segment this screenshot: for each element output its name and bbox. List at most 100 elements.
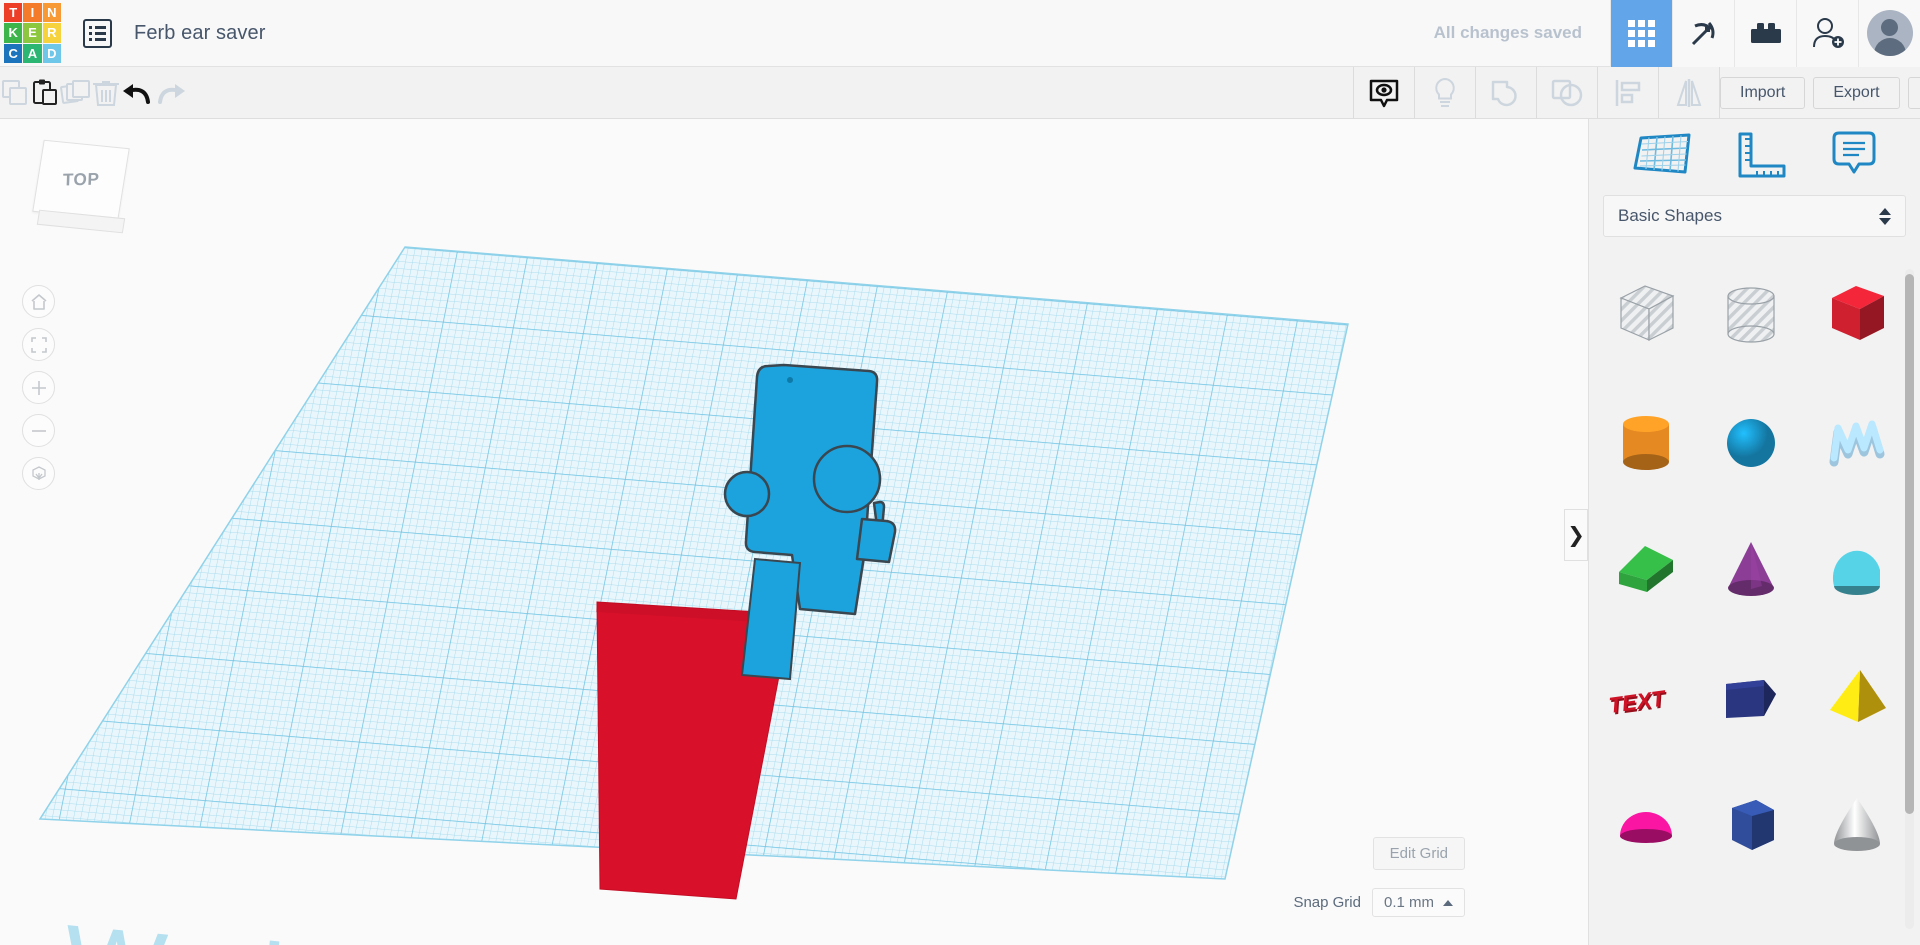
trash-icon [93, 80, 119, 106]
shape-item-sphere[interactable] [1699, 379, 1805, 507]
shape-item-tube[interactable] [1699, 635, 1805, 763]
logo-tile-e: E [23, 23, 42, 43]
cone-thumb-icon [1728, 542, 1775, 596]
roof-thumb-icon [1618, 546, 1673, 592]
save-status: All changes saved [1433, 23, 1582, 42]
chevron-updown-icon [1879, 207, 1891, 225]
fit-to-view-button[interactable] [22, 328, 55, 361]
logo-tile-c: C [4, 43, 23, 63]
group-button[interactable] [1476, 67, 1536, 119]
zoom-in-button[interactable] [22, 371, 55, 404]
caret-up-icon [1443, 899, 1453, 906]
send-to-button[interactable]: Send To [1907, 76, 1920, 109]
cylinder-hole-thumb-icon [1727, 287, 1776, 343]
avatar [1866, 10, 1913, 56]
ungroup-button[interactable] [1537, 67, 1597, 119]
home-view-button[interactable] [22, 285, 55, 318]
delete-button[interactable] [92, 67, 120, 119]
copy-icon [2, 79, 27, 105]
ruler-icon [1738, 132, 1785, 177]
shape-item-scribble[interactable] [1804, 379, 1910, 507]
header-gallery-button[interactable] [1610, 0, 1672, 67]
view-cube[interactable]: TOP [30, 139, 130, 234]
view-cube-top-face[interactable]: TOP [32, 139, 130, 221]
user-avatar-button[interactable] [1858, 0, 1920, 67]
shape-item-text[interactable]: TEXT TEXT [1593, 635, 1699, 763]
snap-grid-label: Snap Grid [1293, 894, 1361, 911]
logo-tile-d: D [42, 43, 61, 63]
note-button[interactable] [1415, 67, 1475, 119]
undo-button[interactable] [120, 67, 154, 119]
header-minecraft-button[interactable] [1672, 0, 1734, 67]
pickaxe-icon [1691, 22, 1714, 46]
plus-icon [31, 380, 46, 395]
logo-tile-t: T [4, 3, 23, 23]
shape-category-select[interactable]: Basic Shapes [1603, 195, 1906, 237]
text-thumb-icon: TEXTTEXT [1608, 685, 1667, 720]
shape-item-cylinder-hole[interactable] [1699, 251, 1805, 379]
shape-item-cone[interactable] [1699, 507, 1805, 635]
snap-grid-control: Snap Grid 0.1 mm [1293, 888, 1465, 917]
shape-item-roof[interactable] [1593, 507, 1699, 635]
shape-item-box-hole[interactable] [1593, 251, 1699, 379]
mirror-button[interactable] [1659, 67, 1719, 119]
paste-icon [33, 79, 57, 105]
align-button[interactable] [1598, 67, 1658, 119]
undo-arrow-icon [123, 83, 150, 104]
shape-item-half-cylinder[interactable] [1804, 507, 1910, 635]
logo-tile-n: N [42, 3, 61, 23]
workplane-tool-button[interactable] [1631, 130, 1695, 185]
viewport-nav-buttons [22, 285, 55, 490]
workplane-label: Workplane [58, 901, 581, 945]
shape-category-value: Basic Shapes [1618, 206, 1722, 225]
shape-item-half-sphere[interactable] [1593, 763, 1699, 891]
note-bubble-icon [1832, 131, 1875, 173]
edit-grid-button[interactable]: Edit Grid [1372, 837, 1465, 870]
shape-item-hexagonal-prism[interactable] [1699, 763, 1805, 891]
brick-icon [1750, 23, 1781, 43]
shape-item-pyramid[interactable] [1804, 635, 1910, 763]
hexagonal-prism-thumb-icon [1732, 800, 1775, 850]
show-hide-button[interactable] [1354, 67, 1414, 119]
tube-thumb-icon [1726, 680, 1777, 718]
grid-icon [1628, 19, 1655, 47]
3d-viewport[interactable]: Workplane TOP [0, 119, 1575, 945]
edit-toolbar: Import Export Send To [0, 66, 1920, 119]
add-person-icon [1812, 18, 1844, 48]
file-actions-group: Import Export Send To [1720, 67, 1920, 119]
cube-icon [31, 465, 46, 480]
notes-tool-button[interactable] [1829, 130, 1879, 185]
ruler-tool-button[interactable] [1734, 130, 1790, 185]
properties-list-icon[interactable] [83, 18, 112, 48]
duplicate-button[interactable] [60, 67, 92, 119]
shape-item-paraboloid[interactable] [1804, 763, 1910, 891]
eye-icon [1369, 79, 1399, 107]
collapse-panel-button[interactable]: ❯ [1564, 509, 1588, 561]
export-button[interactable]: Export [1813, 76, 1900, 109]
app-header: TINKERCAD Ferb ear saver All changes sav… [0, 0, 1920, 67]
header-invite-button[interactable] [1796, 0, 1858, 67]
copy-button[interactable] [0, 67, 30, 119]
perspective-toggle-button[interactable] [22, 457, 55, 490]
duplicate-icon [60, 79, 90, 104]
lightbulb-icon [1435, 77, 1455, 107]
panel-tool-icons [1589, 119, 1920, 195]
snap-grid-select[interactable]: 0.1 mm [1371, 888, 1465, 917]
import-button[interactable]: Import [1720, 76, 1806, 109]
zoom-out-button[interactable] [22, 414, 55, 447]
panel-scrollbar-thumb[interactable] [1905, 274, 1914, 814]
shape-item-cylinder[interactable] [1593, 379, 1699, 507]
view-cube-label: TOP [62, 169, 100, 190]
redo-button[interactable] [154, 67, 188, 119]
logo-tile-k: K [4, 23, 23, 43]
align-icon [1615, 79, 1641, 106]
tinkercad-logo[interactable]: TINKERCAD [4, 3, 61, 63]
home-icon [30, 293, 47, 310]
paste-button[interactable] [30, 67, 60, 119]
design-title[interactable]: Ferb ear saver [134, 22, 265, 45]
workplane-scene: Workplane [38, 246, 1349, 945]
header-blocks-button[interactable] [1734, 0, 1796, 67]
cylinder-thumb-icon [1622, 416, 1669, 470]
shape-item-box[interactable] [1804, 251, 1910, 379]
ungroup-shapes-icon [1551, 79, 1583, 106]
